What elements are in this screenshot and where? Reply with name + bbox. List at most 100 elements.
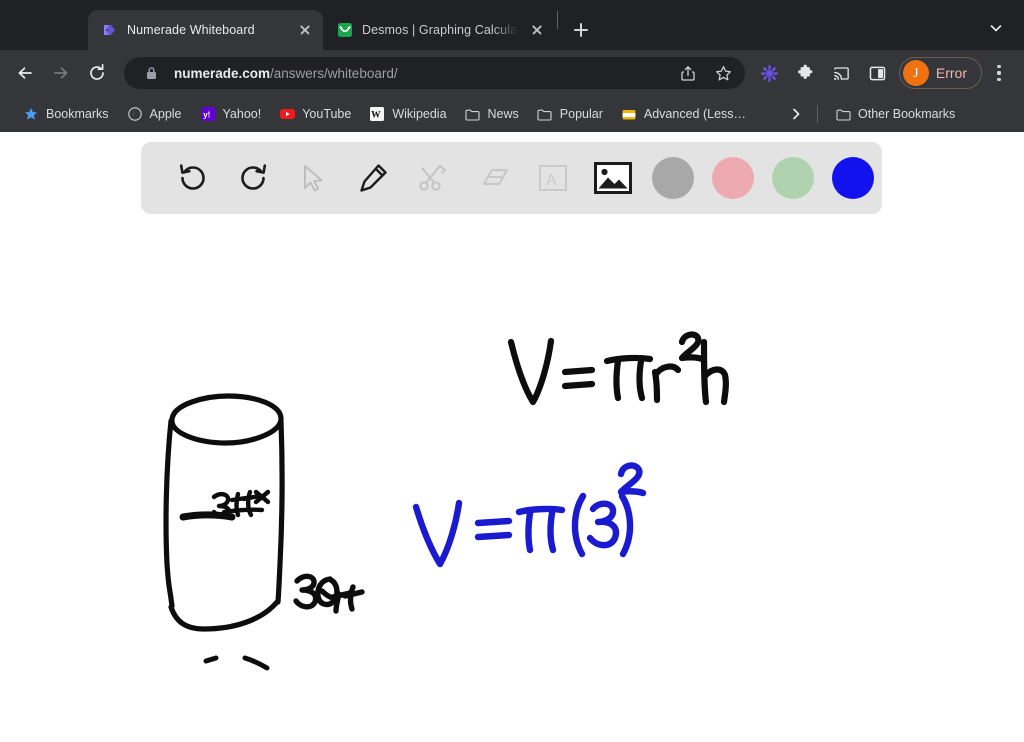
profile-status-text: Error — [935, 65, 967, 81]
share-icon[interactable] — [675, 60, 701, 86]
yellow-folder-icon — [621, 106, 637, 122]
blue-circle-icon — [832, 157, 874, 199]
select-tool-button[interactable] — [283, 152, 343, 204]
tab-divider — [557, 10, 558, 29]
chevron-down-icon — [990, 25, 1002, 32]
whiteboard-drawing — [163, 331, 729, 671]
bookmark-item-wikipedia[interactable]: W Wikipedia — [360, 102, 455, 126]
whiteboard-canvas[interactable] — [0, 224, 1024, 742]
pencil-icon — [360, 164, 387, 192]
bookmarks-divider — [817, 105, 819, 123]
tab-desmos-graphing-calculator[interactable]: Desmos | Graphing Calculato — [323, 10, 555, 50]
redo-button[interactable] — [223, 152, 283, 204]
redo-icon — [241, 164, 267, 190]
bookmark-label: Yahoo! — [222, 107, 262, 121]
back-arrow-icon — [18, 67, 32, 79]
three-dot-menu-icon — [997, 65, 1001, 69]
lock-icon — [138, 60, 164, 86]
svg-text:A: A — [546, 172, 557, 189]
formula-general — [507, 331, 729, 406]
close-icon[interactable] — [527, 20, 547, 40]
tab-title: Numerade Whiteboard — [127, 23, 255, 37]
url-domain: numerade.com — [174, 65, 271, 81]
address-bar[interactable]: numerade.com/answers/whiteboard/ — [124, 57, 745, 89]
eraser-tool-button[interactable] — [463, 152, 523, 204]
green-circle-icon — [772, 157, 814, 199]
avatar: J — [902, 60, 929, 86]
side-panel-icon — [870, 66, 886, 80]
tab-title: Desmos | Graphing Calculato — [362, 23, 518, 37]
image-icon — [594, 162, 632, 194]
label-30ft — [293, 573, 365, 614]
color-swatch-green[interactable] — [763, 152, 823, 204]
tab-strip: Numerade Whiteboard Desmos | Graphing Ca… — [0, 0, 1024, 50]
bookmark-label: Popular — [559, 107, 603, 121]
profile-button[interactable]: J Error — [898, 57, 982, 89]
bookmark-label: Apple — [149, 107, 182, 121]
page-content: A — [0, 132, 1024, 742]
reload-icon — [90, 64, 104, 80]
image-tool-button[interactable] — [583, 152, 643, 204]
text-tool-button[interactable]: A — [523, 152, 583, 204]
url-text: numerade.com/answers/whiteboard/ — [174, 66, 665, 81]
extension-purple-button[interactable] — [753, 56, 787, 90]
undo-button[interactable] — [163, 152, 223, 204]
cursor-icon — [304, 165, 323, 192]
scissors-icon — [419, 164, 446, 191]
numerade-icon — [102, 22, 118, 38]
svg-text:y!: y! — [203, 110, 210, 119]
color-swatch-gray[interactable] — [643, 152, 703, 204]
bookmark-label: YouTube — [302, 107, 352, 121]
text-box-icon: A — [539, 165, 567, 191]
tab-numerade-whiteboard[interactable]: Numerade Whiteboard — [88, 10, 323, 50]
bookmarks-overflow-button[interactable] — [783, 107, 809, 121]
undo-icon — [179, 164, 205, 190]
bookmark-label: Bookmarks — [46, 107, 109, 121]
pink-circle-icon — [712, 157, 754, 199]
new-tab-button[interactable] — [567, 16, 595, 44]
folder-icon — [537, 106, 553, 122]
color-swatch-pink[interactable] — [703, 152, 763, 204]
bookmark-item-advanced[interactable]: Advanced (Less… — [612, 102, 755, 126]
back-button[interactable] — [8, 56, 42, 90]
bookmark-item-yahoo[interactable]: y! Yahoo! — [191, 102, 271, 126]
yahoo-icon: y! — [200, 106, 216, 122]
bookmark-label: Other Bookmarks — [858, 107, 956, 121]
puzzle-purple-icon — [761, 64, 779, 82]
browser-menu-button[interactable] — [984, 56, 1014, 90]
bookmark-item-bookmarks[interactable]: Bookmarks — [14, 102, 118, 126]
bookmark-item-news[interactable]: News — [456, 102, 528, 126]
url-path: /answers/whiteboard/ — [270, 65, 398, 81]
bookmark-item-youtube[interactable]: YouTube — [270, 102, 360, 126]
close-icon[interactable] — [295, 20, 315, 40]
youtube-icon — [279, 106, 295, 122]
reload-button[interactable] — [80, 56, 114, 90]
puzzle-icon — [798, 64, 813, 79]
folder-icon — [835, 106, 851, 122]
bookmark-item-popular[interactable]: Popular — [528, 102, 612, 126]
bookmark-item-other-bookmarks[interactable]: Other Bookmarks — [826, 102, 964, 126]
formula-substituted — [412, 462, 647, 568]
cast-icon — [834, 66, 850, 80]
tab-search-button[interactable] — [982, 14, 1010, 42]
cast-button[interactable] — [825, 56, 859, 90]
wikipedia-icon: W — [369, 106, 385, 122]
svg-text:W: W — [371, 111, 381, 121]
desmos-icon — [337, 22, 353, 38]
folder-icon — [465, 106, 481, 122]
star-icon — [23, 106, 39, 122]
bookmark-star-icon[interactable] — [711, 60, 737, 86]
bookmark-label: Wikipedia — [392, 107, 447, 121]
color-swatch-blue[interactable] — [823, 152, 883, 204]
bookmark-item-apple[interactable]: Apple — [118, 102, 191, 126]
pen-tool-button[interactable] — [343, 152, 403, 204]
gray-circle-icon — [652, 157, 694, 199]
whiteboard-toolbar: A — [141, 142, 882, 214]
extensions-button[interactable] — [789, 56, 823, 90]
bookmark-label: Advanced (Less… — [643, 107, 747, 121]
bottom-dashes — [203, 655, 270, 671]
shapes-tool-button[interactable] — [403, 152, 463, 204]
forward-arrow-icon — [54, 67, 68, 79]
chevron-right-icon — [793, 108, 800, 120]
side-panel-button[interactable] — [861, 56, 895, 90]
